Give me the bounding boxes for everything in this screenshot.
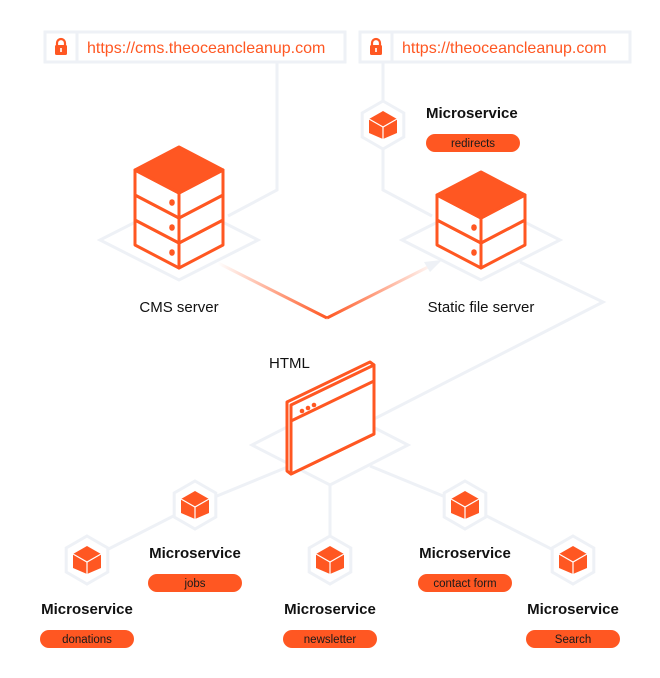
microservice-search: Microservice Search — [526, 534, 620, 648]
microservice-tag-text: jobs — [183, 578, 205, 590]
microservice-donations: Microservice donations — [40, 534, 134, 648]
microservice-tag-text: redirects — [451, 138, 495, 150]
server-stack-icon — [435, 170, 527, 270]
html-label: HTML — [269, 355, 310, 372]
microservice-title: Microservice — [527, 601, 619, 618]
microservice-newsletter: Microservice newsletter — [283, 534, 377, 648]
microservice-tag-text: contact form — [433, 578, 496, 590]
architecture-diagram: https://cms.theoceancleanup.com https://t… — [40, 30, 632, 648]
microservice-redirects: Microservice redirects — [360, 99, 520, 152]
url-bar-0[interactable]: https://cms.theoceancleanup.com — [43, 30, 347, 64]
microservice-jobs: Microservice jobs — [148, 479, 242, 592]
url-text[interactable]: https://cms.theoceancleanup.com — [87, 40, 325, 57]
server-stack-icon — [133, 145, 225, 270]
cms-server-label: CMS server — [139, 299, 218, 316]
browser-window-icon — [285, 360, 376, 476]
url-text[interactable]: https://theoceancleanup.com — [402, 40, 607, 57]
microservice-title: Microservice — [419, 545, 511, 562]
microservice-tag-text: donations — [62, 634, 112, 646]
microservice-title: Microservice — [284, 601, 376, 618]
url-bar-1[interactable]: https://theoceancleanup.com — [358, 30, 632, 64]
deploy-flow-arrow — [217, 260, 442, 320]
connector-cms-url — [227, 62, 279, 218]
static-server-label: Static file server — [428, 299, 535, 316]
microservice-tag-text: newsletter — [304, 634, 357, 646]
microservice-tag-text: Search — [555, 634, 591, 646]
microservice-title: Microservice — [41, 601, 133, 618]
microservice-title: Microservice — [426, 105, 518, 122]
connector-static-html — [371, 260, 607, 422]
microservice-contact-form: Microservice contact form — [418, 479, 512, 592]
microservice-title: Microservice — [149, 545, 241, 562]
